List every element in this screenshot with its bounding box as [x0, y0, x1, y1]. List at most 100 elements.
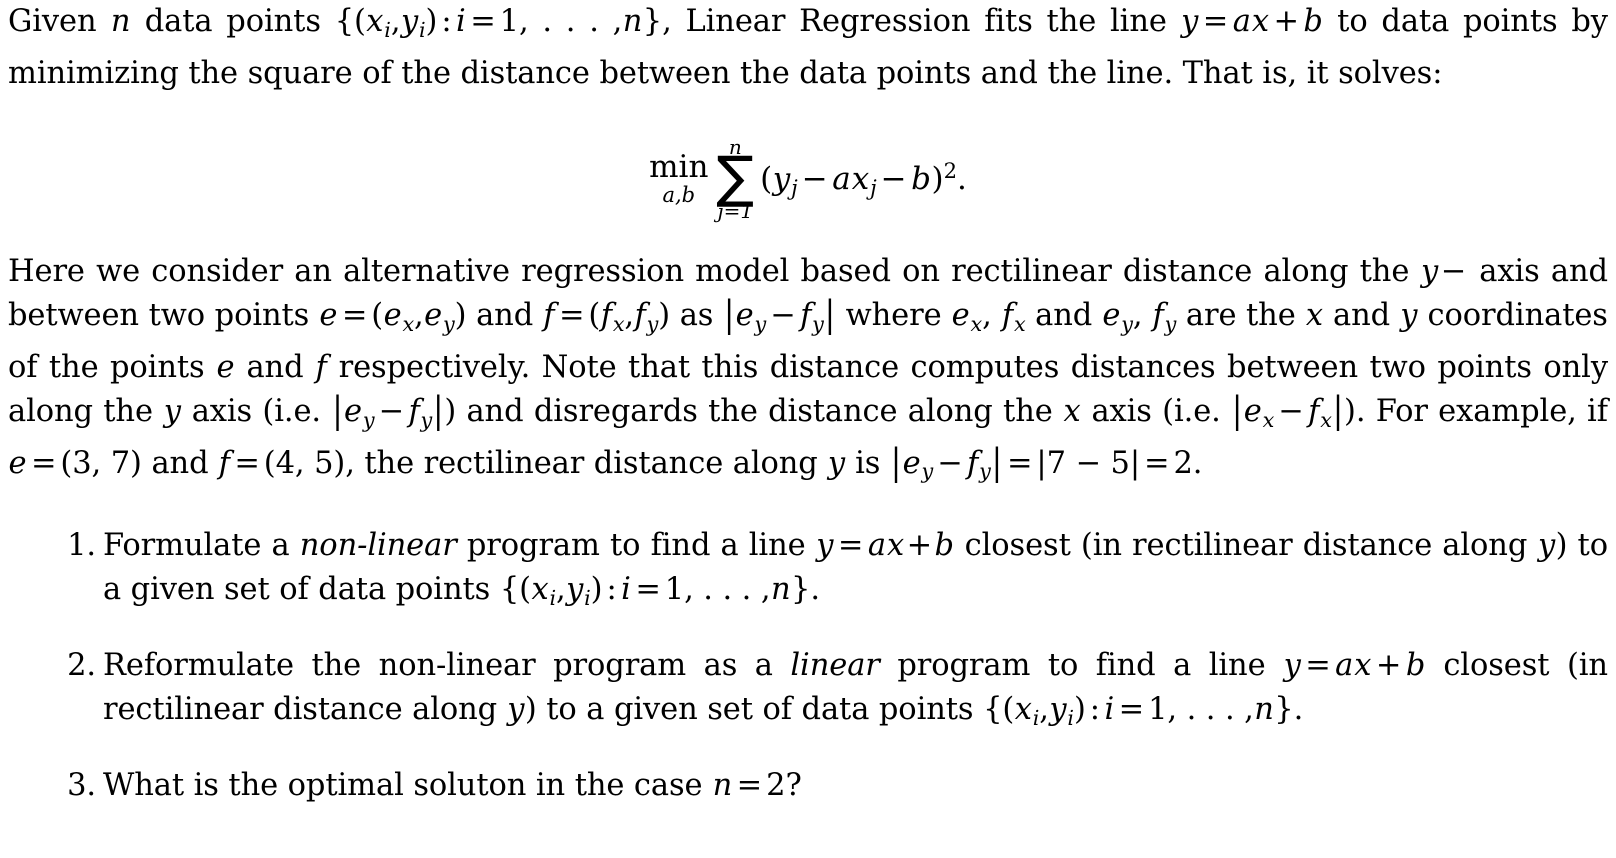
math-minus: − [1278, 393, 1304, 429]
math-line-equation: y=ax+b [1181, 4, 1324, 39]
text-run: and [1333, 298, 1391, 333]
math-point-f-def: f = (fx,fy) [543, 298, 670, 336]
math-sub-x: x [1320, 407, 1332, 432]
text-run: Formulate a [103, 528, 290, 563]
math-var-e: e [902, 445, 921, 481]
emphasis-linear: linear [790, 647, 880, 683]
text-run: and [151, 445, 209, 481]
point-f-value: (4, 5) [263, 445, 346, 481]
math-var-x: x [1354, 647, 1372, 683]
math-var-i: i [456, 4, 466, 39]
math-var-e: e [383, 298, 402, 333]
math-sub-i: i [1067, 705, 1074, 730]
math-var-x: x [1063, 393, 1081, 429]
math-number-one: 1 [499, 4, 519, 39]
math-equals: = [30, 445, 57, 481]
math-var-b: b [1405, 647, 1426, 683]
math-var-i: i [1104, 691, 1115, 727]
text-run: axis (i.e. [1091, 393, 1221, 429]
math-plus: + [906, 528, 933, 563]
abs-bar: | [1332, 390, 1344, 432]
math-minus: − [937, 445, 963, 481]
document-page: Given n data points {(xi,yi): i = 1, . . . … [0, 0, 1616, 858]
sentence-period: . [1293, 691, 1304, 727]
math-brace-open: {( [983, 691, 1015, 727]
math-paren-close: ) [425, 4, 438, 39]
text-run: axis (i.e. [191, 393, 321, 429]
math-ey-fy: ey, [1102, 298, 1143, 336]
math-comma: , [414, 298, 424, 333]
math-var-y: y [566, 572, 584, 607]
list-marker: 3. [67, 767, 96, 803]
math-minus: − [1440, 254, 1467, 289]
math-var-y: y [163, 393, 181, 429]
math-var-a: a [1335, 647, 1354, 683]
math-var-y: y [816, 528, 834, 563]
math-equals: = [341, 298, 368, 333]
text-run: is [855, 445, 881, 481]
sum-lower-limit: j=1 [717, 198, 754, 223]
math-var-e: e [8, 445, 27, 481]
math-plus: + [1273, 4, 1299, 39]
math-equals: = [1305, 647, 1331, 683]
paragraph-intro: Given n data points {(xi,yi): i = 1, . . . … [8, 0, 1608, 96]
abs-bar: | [991, 442, 1002, 484]
math-var-b: b [911, 161, 931, 198]
math-sub-y: y [443, 311, 455, 336]
math-var-f: f [600, 298, 612, 333]
math-sub-y: y [1164, 311, 1177, 336]
math-equals: = [736, 767, 763, 803]
math-var-y: y [1537, 528, 1556, 563]
math-var-e: e [951, 298, 970, 333]
math-var-f: f [634, 298, 646, 333]
list-item-question-2: 2. Reformulate the non-linear program as… [8, 644, 1608, 740]
result-value: 2 [1173, 445, 1193, 481]
math-var-n: n [770, 572, 791, 607]
sigma-icon: ∑ [716, 145, 755, 211]
math-equals: = [234, 445, 260, 481]
math-sub-x: x [402, 311, 415, 336]
math-var-b: b [934, 528, 955, 563]
min-subscript: a,b [662, 182, 696, 207]
list-item-body: Reformulate the non-linear program as a … [103, 644, 1608, 740]
math-sub-y: y [754, 311, 767, 336]
math-var-y: y [1400, 298, 1418, 333]
math-var-a: a [867, 528, 886, 563]
math-equals: = [558, 298, 585, 333]
math-line-equation: y=ax+b [816, 528, 955, 563]
equation-inner: min a,b n ∑ j=1 (yj − axj − b)2. [649, 137, 967, 221]
text-run: Reformulate the non-linear program as a [103, 647, 773, 683]
math-equals: = [1202, 4, 1229, 39]
math-var-y: y [827, 445, 845, 481]
math-brace-close: } [642, 4, 663, 39]
math-var-f: f [967, 445, 979, 481]
math-sub-j: j [791, 174, 798, 200]
math-sub-x: x [970, 311, 983, 336]
math-sub-y: y [362, 407, 375, 432]
text-run: program to find a line [466, 528, 806, 563]
math-var-f: f [408, 393, 420, 429]
math-var-e: e [1243, 393, 1262, 429]
math-line-equation: y=ax+b [1283, 648, 1426, 683]
abs-bar: | [824, 294, 835, 337]
text-run: and [246, 349, 304, 385]
math-minus: − [770, 298, 796, 333]
math-value-two: 2? [766, 767, 802, 803]
math-var-e: e [424, 298, 443, 333]
text-run: are the [1185, 298, 1296, 333]
math-equals: = [837, 528, 864, 563]
math-var-n: n [110, 4, 131, 39]
paragraph-alternative-model: Here we consider an alternative regressi… [8, 250, 1608, 493]
math-equals: = [1118, 691, 1145, 727]
math-equals: = [1144, 445, 1170, 481]
math-var-f: f [218, 445, 230, 481]
math-comma: , [555, 572, 566, 607]
list-item-question-3: 3. What is the optimal soluton in the ca… [8, 764, 1608, 808]
math-var-n: n [712, 767, 733, 803]
math-var-x: x [1251, 4, 1269, 39]
math-comma: , [1132, 298, 1143, 333]
math-abs-ey-minus-fy: |ey − fy| [723, 295, 836, 336]
question-list: 1. Formulate a non-linear program to fin… [8, 524, 1608, 808]
math-fx: fx [1001, 298, 1026, 336]
math-ellipsis: , . . . , [518, 4, 623, 39]
